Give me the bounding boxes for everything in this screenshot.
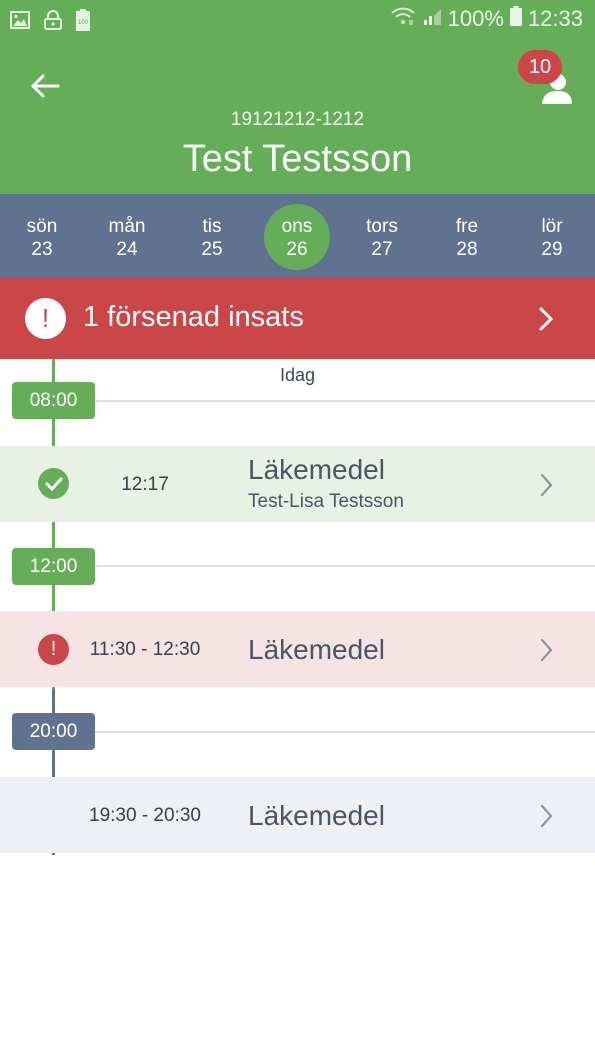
timeline: Idag 08:00 12:17 Läkemedel Test-Lisa Tes… [0,359,595,1059]
hour-tag: 20:00 [12,713,95,750]
late-task-alert[interactable]: ! 1 försenad insats [0,278,595,359]
day-sat[interactable]: lör 29 [517,196,587,280]
chevron-right-icon [538,803,556,834]
notification-badge[interactable]: 10 [518,50,562,84]
day-date: 28 [456,239,478,260]
hour-tag: 08:00 [12,382,95,419]
day-tue[interactable]: tis 25 [177,196,247,280]
clock: 12:33 [527,6,583,31]
day-name: fre [455,216,479,237]
hour-divider [95,565,595,567]
person-icon [536,74,576,112]
task-title: Läkemedel [248,634,385,665]
check-icon [38,468,69,499]
back-button[interactable] [26,68,66,104]
hour-divider [95,400,595,402]
alert-text: 1 försenad insats [83,301,304,333]
battery-saver-icon: 100 [76,9,90,36]
day-date: 26 [286,239,308,260]
hour-divider [95,731,595,733]
day-name: tors [366,216,398,237]
chevron-right-icon [536,305,556,338]
day-date: 29 [541,239,563,260]
day-name: ons [281,216,313,237]
week-day-selector: sön 23 mån 24 tis 25 ons 26 tors 27 fre … [0,194,595,278]
lock-icon [44,10,62,35]
day-fri[interactable]: fre 28 [432,196,502,280]
day-name: tis [202,216,222,237]
task-row-upcoming[interactable]: 19:30 - 20:30 Läkemedel [0,777,595,853]
task-time: 12:17 [121,474,169,495]
task-row-late[interactable]: ! 11:30 - 12:30 Läkemedel [0,611,595,687]
image-icon [10,11,30,34]
task-row-done[interactable]: 12:17 Läkemedel Test-Lisa Testsson [0,446,595,522]
svg-text:100: 100 [78,20,89,26]
chevron-right-icon [538,472,556,503]
status-bar: 100 100% 12:33 [0,0,595,40]
task-performer: Test-Lisa Testsson [248,491,404,512]
chevron-right-icon [538,637,556,668]
day-sun[interactable]: sön 23 [7,196,77,280]
patient-header: 19121212-1212 Test Testsson 10 [0,40,595,194]
day-name: lör [541,216,563,237]
task-title: Läkemedel [248,800,385,831]
patient-name: Test Testsson [182,138,413,180]
task-time: 11:30 - 12:30 [89,639,201,660]
battery-icon [509,6,522,32]
hour-tag: 12:00 [12,548,95,585]
task-time: 19:30 - 20:30 [89,805,201,826]
wifi-icon [390,6,416,32]
signal-icon [422,6,442,32]
patient-id: 19121212-1212 [230,109,365,130]
day-date: 24 [116,239,138,260]
exclamation-icon: ! [25,298,66,339]
day-date: 25 [201,239,223,260]
day-date: 27 [371,239,393,260]
task-title: Läkemedel [248,454,385,485]
battery-percent: 100% [447,6,504,31]
exclamation-icon: ! [38,634,69,665]
arrow-left-icon [26,74,66,108]
day-thu[interactable]: tors 27 [347,196,417,280]
day-name: mån [108,216,146,237]
day-name: sön [26,216,58,237]
day-mon[interactable]: mån 24 [92,196,162,280]
day-wed-selected[interactable]: ons 26 [262,196,332,280]
day-date: 23 [31,239,53,260]
